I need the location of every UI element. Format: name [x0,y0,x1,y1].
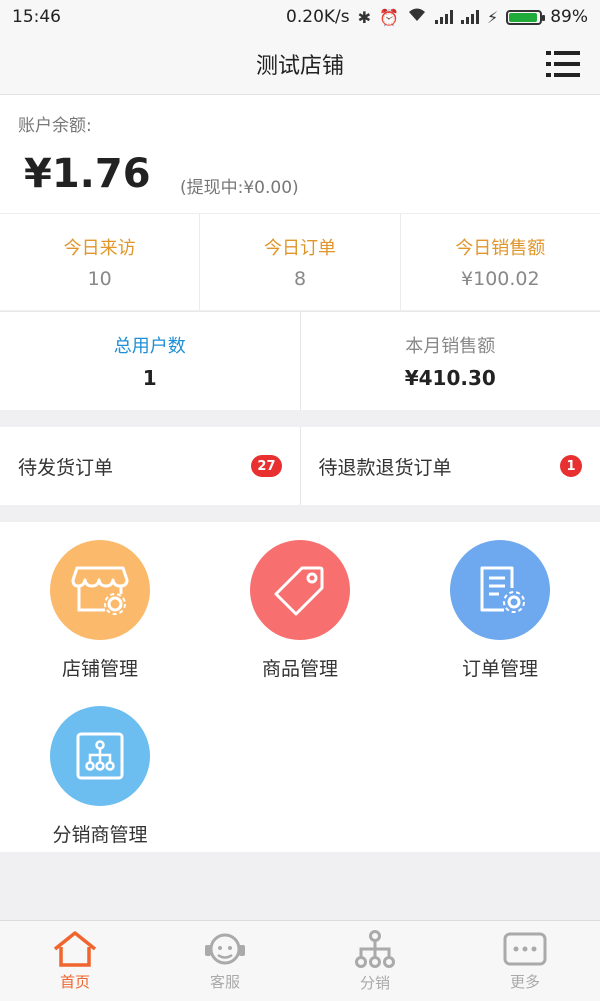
grid-label: 店铺管理 [62,654,138,681]
wifi-icon [407,7,427,27]
tab-more[interactable]: 更多 [450,921,600,1001]
tab-label: 分销 [360,972,390,993]
stat-label: 今日来访 [64,234,136,260]
balance-amount: ¥1.76 [24,151,151,197]
alarm-icon: ⏰ [379,8,399,27]
document-gear-icon [450,540,550,640]
order-management[interactable]: 订单管理 [400,540,600,681]
tab-label: 首页 [60,971,90,992]
distribution-icon [353,930,397,968]
stat-today-orders[interactable]: 今日订单 8 [200,214,400,310]
today-stats: 今日来访 10 今日订单 8 今日销售额 ¥100.02 [0,213,600,310]
stat-month-sales[interactable]: 本月销售额 ¥410.30 [301,312,600,410]
stat-label: 今日订单 [264,234,336,260]
charging-icon: ⚡ [487,8,498,27]
bottom-tab-bar: 首页 客服 分销 更多 [0,920,600,1001]
stat-today-sales[interactable]: 今日销售额 ¥100.02 [401,214,600,310]
status-bar: 15:46 0.20K/s ✱ ⏰ ⚡ 89% [0,0,600,34]
stat-label: 总用户数 [114,332,186,358]
org-chart-icon [50,706,150,806]
stat-today-visits[interactable]: 今日来访 10 [0,214,200,310]
network-speed: 0.20K/s [286,7,350,27]
home-icon [52,931,98,967]
stat-value: 8 [294,268,306,290]
signal-icon [435,10,453,24]
bluetooth-icon: ✱ [358,8,371,27]
customer-service-icon [203,931,247,967]
stat-label: 今日销售额 [455,234,545,260]
distributor-management[interactable]: 分销商管理 [0,706,200,847]
stat-value: ¥410.30 [405,366,496,390]
product-management[interactable]: 商品管理 [200,540,400,681]
stat-value: ¥100.02 [461,268,540,290]
withdraw-pending: (提现中:¥0.00) [180,173,299,198]
order-label: 待退款退货订单 [319,453,452,480]
signal-icon-2 [461,10,479,24]
status-icons: 0.20K/s ✱ ⏰ ⚡ 89% [286,7,588,27]
tab-label: 更多 [510,971,540,992]
order-label: 待发货订单 [18,453,113,480]
grid-label: 商品管理 [262,654,338,681]
balance-label: 账户余额: [18,111,92,136]
price-tag-icon [250,540,350,640]
count-badge: 1 [560,455,582,477]
store-gear-icon [50,540,150,640]
pending-shipment-orders[interactable]: 待发货订单 27 [0,427,301,505]
grid-label: 分销商管理 [52,820,147,847]
total-stats: 总用户数 1 本月销售额 ¥410.30 [0,311,600,410]
tab-label: 客服 [210,971,240,992]
page-title: 测试店铺 [256,48,344,80]
pending-orders: 待发货订单 27 待退款退货订单 1 [0,427,600,505]
pending-refund-orders[interactable]: 待退款退货订单 1 [301,427,600,505]
tab-customer-service[interactable]: 客服 [150,921,300,1001]
management-grid: 店铺管理 商品管理 订单管理 [0,522,600,852]
tab-home[interactable]: 首页 [0,921,150,1001]
tab-distribution[interactable]: 分销 [300,921,450,1001]
more-icon [502,931,548,967]
status-time: 15:46 [12,7,61,27]
balance-panel: 账户余额: ¥1.76 (提现中:¥0.00) [0,95,600,213]
store-management[interactable]: 店铺管理 [0,540,200,681]
app-header: 测试店铺 [0,34,600,95]
grid-label: 订单管理 [462,654,538,681]
stat-label: 本月销售额 [405,332,495,358]
stat-total-users[interactable]: 总用户数 1 [0,312,301,410]
battery-icon [506,10,542,25]
battery-percent: 89% [550,7,588,27]
stat-value: 10 [88,268,112,290]
stat-value: 1 [143,366,157,390]
list-menu-icon[interactable] [546,51,580,77]
count-badge: 27 [251,455,281,477]
